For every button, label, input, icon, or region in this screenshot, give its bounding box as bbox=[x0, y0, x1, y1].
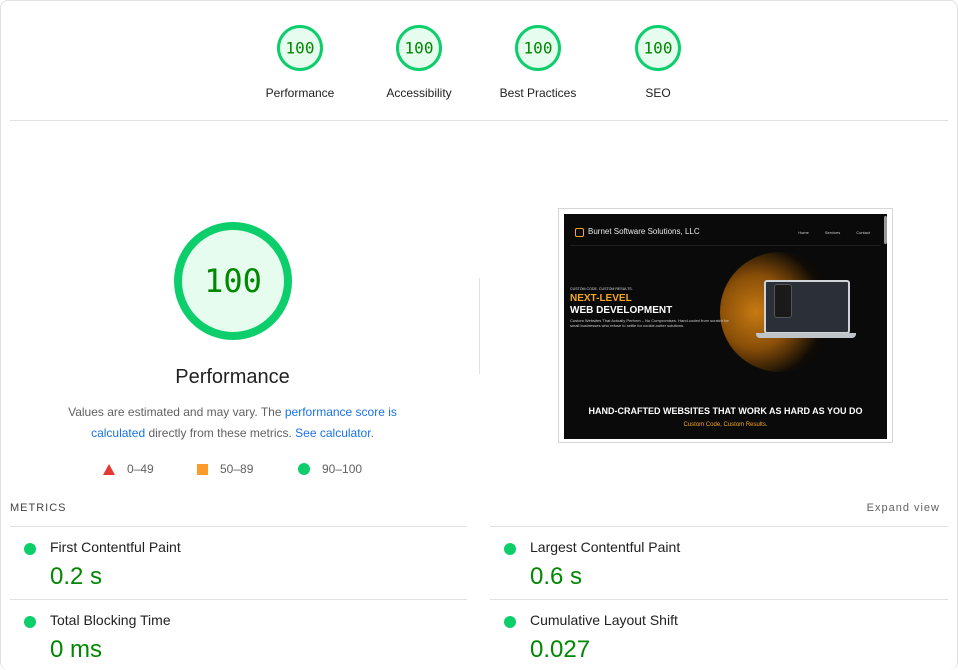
metrics-heading: METRICS bbox=[10, 502, 67, 514]
site-nav-services: Services bbox=[824, 230, 841, 235]
gauge-performance[interactable]: 100 Performance bbox=[240, 24, 360, 100]
metric-value: 0.6 s bbox=[530, 563, 583, 590]
site-logo-icon bbox=[575, 228, 584, 237]
legend-average: 50–89 bbox=[197, 462, 253, 476]
desc-text: directly from these metrics. bbox=[145, 426, 296, 440]
header-divider bbox=[10, 120, 948, 121]
phone-illustration bbox=[774, 284, 792, 318]
site-scrollbar bbox=[884, 216, 887, 244]
gauge-label: SEO bbox=[645, 86, 671, 100]
site-brand: Burnet Software Solutions, LLC bbox=[588, 227, 700, 236]
legend-fail: 0–49 bbox=[103, 462, 154, 476]
expand-view-button[interactable]: Expand view bbox=[867, 502, 940, 514]
site-nav-links: Home Services Contact bbox=[782, 230, 870, 235]
gauge-ring-svg: 100 bbox=[277, 25, 323, 71]
pass-circle-icon bbox=[504, 616, 516, 628]
performance-score: 100 bbox=[204, 262, 262, 300]
site-heading-line2: WEB DEVELOPMENT bbox=[570, 305, 673, 316]
gauge-label: Accessibility bbox=[386, 86, 452, 100]
gauge-label: Best Practices bbox=[499, 86, 577, 100]
legend-pass-label: 90–100 bbox=[322, 462, 363, 476]
metric-value: 0.2 s bbox=[50, 563, 103, 590]
legend-pass: 90–100 bbox=[298, 462, 362, 476]
gauge-ring-svg: 100 bbox=[635, 25, 681, 71]
gauge-seo[interactable]: 100 SEO bbox=[598, 24, 718, 100]
gauge-score: 100 bbox=[524, 39, 553, 58]
final-screenshot[interactable]: Burnet Software Solutions, LLC Home Servi… bbox=[558, 208, 893, 443]
gauge-ring: 100 bbox=[395, 24, 443, 72]
pass-circle-icon bbox=[504, 543, 516, 555]
site-nav-home: Home bbox=[798, 230, 809, 235]
gauge-ring: 100 bbox=[634, 24, 682, 72]
vertical-divider bbox=[479, 278, 480, 374]
gauge-ring: 100 bbox=[514, 24, 562, 72]
gauge-accessibility[interactable]: 100 Accessibility bbox=[359, 24, 479, 100]
pass-circle-icon bbox=[24, 543, 36, 555]
laptop-base-illustration bbox=[756, 333, 856, 338]
legend-average-label: 50–89 bbox=[220, 462, 254, 476]
square-icon bbox=[197, 463, 208, 475]
site-headline: HAND-CRAFTED WEBSITES THAT WORK AS HARD … bbox=[588, 406, 863, 416]
site-tagline: CUSTOM CODE. CUSTOM RESULTS. bbox=[570, 287, 633, 291]
metric-name: First Contentful Paint bbox=[50, 539, 181, 555]
performance-description: Values are estimated and may vary. The p… bbox=[50, 402, 415, 444]
screenshot-image: Burnet Software Solutions, LLC Home Servi… bbox=[564, 214, 887, 439]
gauge-ring: 100 bbox=[276, 24, 324, 72]
metric-name: Total Blocking Time bbox=[50, 612, 171, 628]
metric-cls: Cumulative Layout Shift 0.027 bbox=[490, 600, 940, 670]
site-heading-line1: NEXT-LEVEL bbox=[570, 293, 632, 304]
see-calculator-link[interactable]: See calculator bbox=[295, 426, 370, 440]
legend-fail-label: 0–49 bbox=[127, 462, 154, 476]
performance-title: Performance bbox=[175, 366, 290, 388]
performance-gauge: 100 bbox=[172, 220, 294, 342]
gauge-score: 100 bbox=[405, 39, 434, 58]
metric-tbt: Total Blocking Time 0 ms bbox=[10, 600, 460, 670]
metric-name: Largest Contentful Paint bbox=[530, 539, 681, 555]
metric-name: Cumulative Layout Shift bbox=[530, 612, 678, 628]
site-body-text: Custom Websites That Actually Perform – … bbox=[570, 318, 729, 328]
gauge-score: 100 bbox=[644, 39, 673, 58]
site-nav: Burnet Software Solutions, LLC Home Servi… bbox=[570, 220, 880, 246]
gauge-ring-svg: 100 bbox=[396, 25, 442, 71]
desc-text: . bbox=[370, 426, 374, 440]
gauge-label: Performance bbox=[265, 86, 335, 100]
triangle-icon bbox=[103, 463, 115, 475]
desc-text: Values are estimated and may vary. The bbox=[68, 405, 285, 419]
pass-circle-icon bbox=[24, 616, 36, 628]
circle-icon bbox=[298, 463, 310, 475]
site-subline: Custom Code, Custom Results. bbox=[683, 422, 768, 428]
site-nav-contact: Contact bbox=[856, 230, 870, 235]
metric-value: 0.027 bbox=[530, 636, 591, 663]
gauge-score: 100 bbox=[286, 39, 315, 58]
gauge-best-practices[interactable]: 100 Best Practices bbox=[478, 24, 598, 100]
category-gauges: 100 Performance 100 Accessibility 100 Be… bbox=[0, 24, 958, 114]
gauge-ring-svg: 100 bbox=[515, 25, 561, 71]
metric-value: 0 ms bbox=[50, 636, 103, 663]
performance-gauge-svg: 100 bbox=[174, 222, 292, 340]
metric-lcp: Largest Contentful Paint 0.6 s bbox=[490, 527, 940, 599]
metric-fcp: First Contentful Paint 0.2 s bbox=[10, 527, 460, 599]
